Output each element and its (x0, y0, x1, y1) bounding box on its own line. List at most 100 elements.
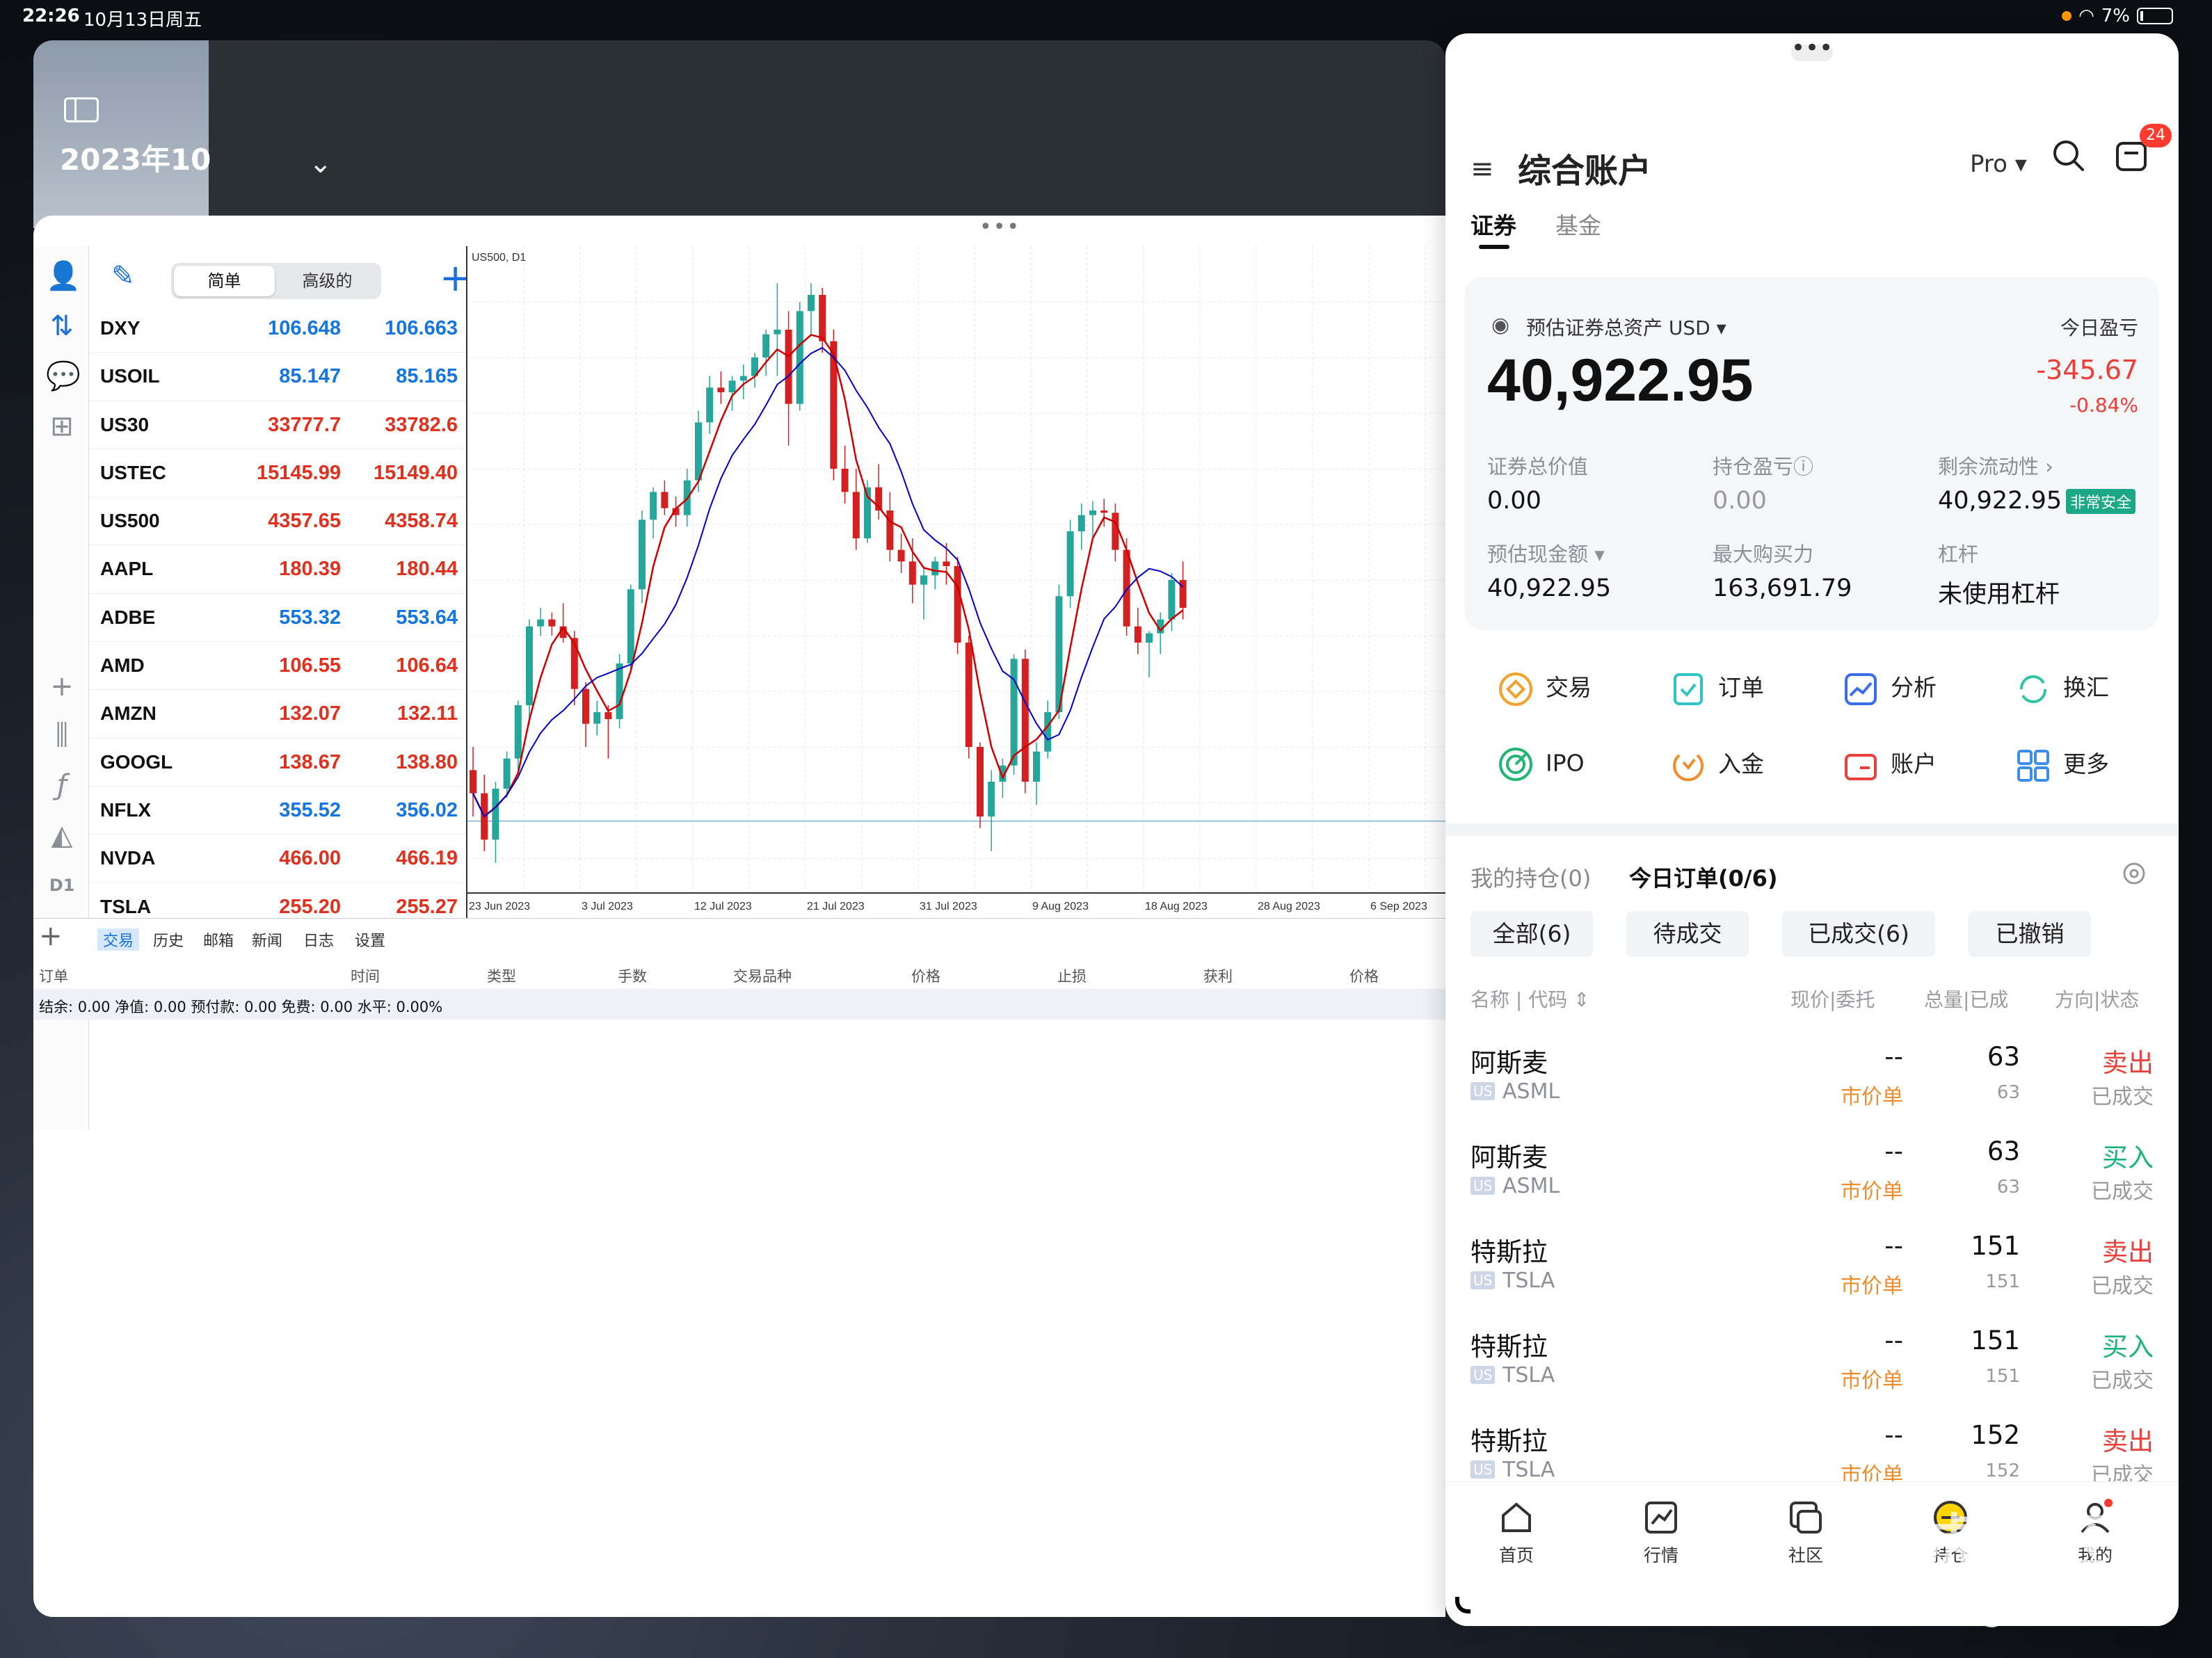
filter-pending[interactable]: 待成交 (1626, 911, 1749, 957)
settings-icon[interactable] (2120, 860, 2148, 887)
action-more[interactable]: 更多 (2014, 746, 2109, 784)
tab-mailbox[interactable]: 邮箱 (203, 928, 234, 951)
quote-row[interactable]: AMZN 132.07 132.11 (89, 690, 466, 739)
candle-body (503, 758, 511, 789)
filter-filled[interactable]: 已成交(6) (1782, 911, 1935, 957)
chevron-down-icon[interactable]: ⌄ (309, 147, 332, 179)
tab-today-orders[interactable]: 今日订单(0/6) (1629, 861, 1777, 893)
today-pnl-label[interactable]: 今日盈亏 (2060, 313, 2138, 341)
background-app-window[interactable]: 2023年10 ⌄ (33, 40, 1445, 228)
candle-body (762, 334, 770, 357)
nav-home[interactable]: 首页 (1482, 1499, 1551, 1567)
action-account[interactable]: 账户 (1842, 746, 1937, 784)
quote-row[interactable]: NVDA 466.00 466.19 (89, 835, 466, 883)
watermark-text: 老虎社区 (1864, 1508, 2110, 1576)
add-tab-icon[interactable]: + (39, 920, 63, 952)
objects-icon[interactable]: ◭ (46, 819, 78, 851)
quote-row[interactable]: US30 33777.7 33782.6 (89, 401, 466, 449)
quotes-icon[interactable]: ⇅ (46, 310, 78, 342)
quote-row[interactable]: NFLX 355.52 356.02 (89, 787, 466, 835)
quote-symbol: US500 (100, 510, 160, 532)
deposit-icon (1673, 753, 1704, 781)
eye-icon[interactable]: ◉ (1491, 313, 1509, 337)
account-title[interactable]: 综合账户 (1518, 143, 1651, 192)
order-row[interactable]: 阿斯麦 US ASML -- 市价单 63 63 买入 已成交 (1445, 1122, 2179, 1217)
candle-body (1010, 659, 1018, 766)
tab-history[interactable]: 历史 (153, 928, 184, 951)
nav-market[interactable]: 行情 (1626, 1499, 1696, 1567)
candle-body (1021, 659, 1029, 782)
window-grabber-icon[interactable]: ••• (1791, 36, 1833, 61)
quote-row[interactable]: AAPL 180.39 180.44 (89, 545, 466, 594)
x-tick-label: 23 Jun 2023 (469, 901, 530, 912)
quote-symbol: NFLX (100, 798, 152, 821)
action-deposit[interactable]: 入金 (1669, 746, 1764, 784)
filter-all[interactable]: 全部(6) (1470, 911, 1593, 957)
action-orders[interactable]: 订单 (1669, 669, 1764, 708)
edit-pencil-icon[interactable]: ✎ (111, 260, 135, 292)
price-chart[interactable]: 23 Jun 2023 3 Jul 2023 12 Jul 2023 21 Jul 2… (466, 246, 1445, 918)
order-type: 市价单 (1841, 1085, 1903, 1109)
segment-advanced[interactable]: 高级的 (277, 266, 378, 296)
candle-body (1168, 580, 1176, 620)
candle-body (988, 782, 995, 816)
x-tick-label: 9 Aug 2023 (1032, 901, 1089, 912)
quote-row[interactable]: USTEC 15145.99 15149.40 (89, 449, 466, 498)
action-analysis[interactable]: 分析 (1842, 669, 1937, 708)
window-grabber-icon[interactable]: ••• (979, 217, 1019, 238)
quote-row[interactable]: US500 4357.65 4358.74 (89, 497, 466, 546)
metric-label[interactable]: 预估现金额 ▾ (1487, 538, 1605, 568)
candle-type-icon[interactable]: ⫼ (46, 719, 78, 751)
asset-label[interactable]: 预估证券总资产 USD ▾ (1526, 313, 1726, 341)
pro-mode-dropdown[interactable]: Pro ▾ (1970, 150, 2027, 178)
tab-trade[interactable]: 交易 (97, 928, 140, 951)
nav-community[interactable]: 社区 (1771, 1499, 1841, 1567)
account-icon[interactable]: 👤 (46, 260, 81, 292)
order-filled: 151 (1985, 1366, 2020, 1387)
market-tag: US (1470, 1177, 1496, 1195)
quote-row[interactable]: ADBE 553.32 553.64 (89, 594, 466, 643)
candle-body (661, 492, 668, 508)
action-trade[interactable]: 交易 (1497, 669, 1592, 708)
order-row[interactable]: 特斯拉 US TSLA -- 市价单 151 151 卖出 已成交 (1445, 1217, 2179, 1312)
quote-bid: 33777.7 (268, 413, 341, 436)
order-qty: 63 (1987, 1042, 2020, 1072)
chat-icon[interactable]: 💬 (46, 360, 81, 392)
segment-simple[interactable]: 简单 (174, 266, 275, 296)
quote-row[interactable]: AMD 106.55 106.64 (89, 642, 466, 691)
metric-value: 40,922.95 (1938, 487, 2062, 515)
candle-body (897, 549, 905, 562)
tab-positions[interactable]: 我的持仓(0) (1470, 861, 1591, 893)
timeframe-button[interactable]: D1 (46, 869, 78, 901)
chart-canvas[interactable]: 23 Jun 2023 3 Jul 2023 12 Jul 2023 21 Jul 2… (467, 246, 1445, 918)
metric-label[interactable]: 持仓盈亏ⓘ (1713, 451, 1813, 480)
quote-ask: 85.165 (396, 365, 458, 388)
order-row[interactable]: 阿斯麦 US ASML -- 市价单 63 63 卖出 已成交 (1445, 1028, 2179, 1122)
crosshair-icon[interactable]: + (46, 670, 78, 702)
col-name-code[interactable]: 名称 | 代码 ⇕ (1470, 985, 1590, 1013)
metric-label[interactable]: 剩余流动性 › (1938, 451, 2053, 480)
menu-icon[interactable]: ≡ (1470, 153, 1494, 185)
action-ipo[interactable]: IPO (1497, 746, 1585, 783)
tab-news[interactable]: 新闻 (252, 928, 282, 951)
candle-body (616, 663, 623, 719)
order-qty: 151 (1971, 1231, 2020, 1261)
tab-securities[interactable]: 证券 (1470, 207, 1526, 241)
indicator-icon[interactable]: ƒ (46, 769, 78, 801)
market-tag: US (1470, 1271, 1496, 1289)
search-icon[interactable] (2049, 136, 2088, 175)
filter-cancelled[interactable]: 已撤销 (1969, 911, 2091, 957)
quote-ask: 138.80 (396, 750, 458, 773)
tab-funds[interactable]: 基金 (1555, 207, 1611, 241)
quote-row[interactable]: DXY 106.648 106.663 (89, 305, 466, 353)
candle-body (492, 789, 499, 840)
action-exchange[interactable]: 换汇 (2014, 669, 2109, 708)
new-order-icon[interactable]: ⊞ (46, 410, 78, 442)
quote-row[interactable]: USOIL 85.147 85.165 (89, 353, 466, 401)
tab-settings[interactable]: 设置 (355, 928, 385, 951)
sidebar-toggle-icon[interactable] (64, 97, 99, 122)
quote-row[interactable]: GOOGL 138.67 138.80 (89, 739, 466, 787)
order-code: ASML (1502, 1079, 1560, 1104)
tab-journal[interactable]: 日志 (303, 928, 334, 951)
order-row[interactable]: 特斯拉 US TSLA -- 市价单 151 151 买入 已成交 (1445, 1312, 2179, 1406)
